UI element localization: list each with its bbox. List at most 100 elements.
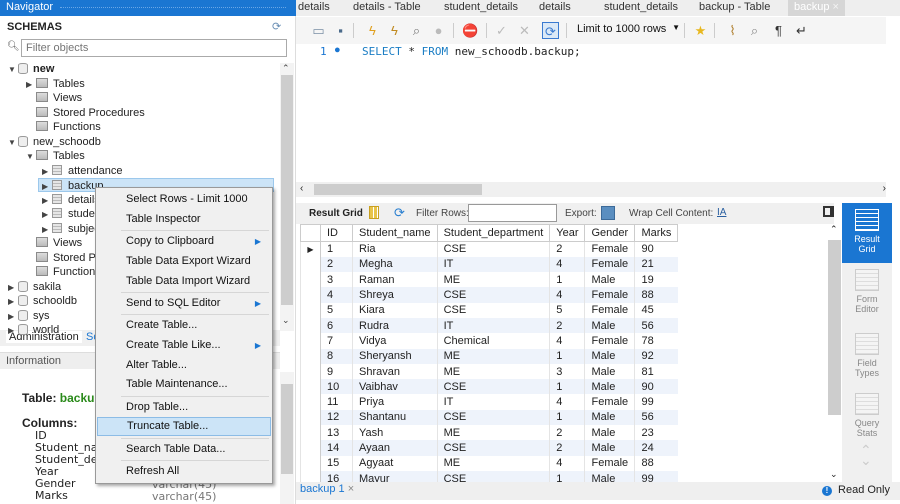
limit-rows-select[interactable]: Limit to 1000 rows ▼ — [574, 21, 684, 39]
expand-right-icon[interactable]: ▶ — [8, 281, 18, 295]
info-scroll-thumb[interactable] — [281, 384, 293, 474]
table-row[interactable]: 10 Vaibhav CSE 1 Male 90 — [300, 379, 678, 395]
grid-cell[interactable]: Male — [584, 272, 635, 288]
grid-cell[interactable]: Female — [584, 394, 635, 410]
sql-editor[interactable] — [296, 44, 886, 182]
bookmark-add-icon[interactable]: ★ — [692, 22, 709, 39]
grid-cell[interactable]: CSE — [436, 302, 550, 318]
expand-right-icon[interactable]: ▶ — [26, 78, 36, 92]
expand-down-icon[interactable]: ▼ — [26, 150, 36, 164]
menu-item-create-table-like[interactable]: Create Table Like... ▶ — [97, 336, 271, 355]
stop-icon[interactable]: ● — [430, 22, 447, 39]
table-row[interactable]: 9 Shravan ME 3 Male 81 — [300, 363, 678, 380]
grid-cell[interactable]: CSE — [436, 409, 550, 426]
grid-cell[interactable]: Ayaan — [352, 440, 438, 456]
tree-scroll-thumb[interactable] — [281, 75, 293, 305]
row-header[interactable] — [300, 272, 321, 288]
column-header-marks[interactable]: Marks — [634, 224, 679, 242]
grid-cell[interactable]: 56 — [634, 317, 678, 334]
tree-item-schema[interactable]: ▶ world — [8, 323, 59, 337]
menu-item-select-rows-limit-1000[interactable]: Select Rows - Limit 1000 — [97, 190, 271, 209]
row-header[interactable] — [300, 363, 321, 380]
grid-cell[interactable]: Male — [584, 409, 635, 426]
grid-cell[interactable]: Male — [584, 425, 635, 441]
grid-cell[interactable]: Female — [584, 256, 635, 273]
grid-cell[interactable]: ME — [436, 425, 550, 441]
grid-cell[interactable]: Rudra — [352, 317, 438, 334]
wrap-icon[interactable]: ↵ — [793, 22, 810, 39]
grid-cell[interactable]: 1 — [549, 470, 585, 482]
grid-cell[interactable]: 5 — [549, 302, 585, 318]
grid-cell[interactable]: Male — [584, 440, 635, 456]
menu-item-send-to-sql-editor[interactable]: Send to SQL Editor ▶ — [97, 294, 271, 313]
menu-item-create-table[interactable]: Create Table... — [97, 316, 271, 335]
expand-right-icon[interactable]: ▶ — [42, 194, 52, 208]
grid-cell[interactable]: 5 — [320, 302, 353, 318]
row-header[interactable] — [300, 394, 321, 410]
scroll-down-icon[interactable]: ⌄ — [830, 469, 838, 480]
refresh-schemas-icon[interactable]: ⟳ — [272, 20, 281, 33]
grid-cell[interactable]: ME — [436, 455, 550, 471]
grid-cell[interactable]: 88 — [634, 455, 678, 471]
filter-rows-input[interactable] — [468, 204, 557, 222]
grid-cell[interactable]: 99 — [634, 394, 678, 410]
menu-item-search-table-data[interactable]: Search Table Data... — [97, 440, 271, 459]
toggle-panel-icon[interactable] — [823, 206, 834, 217]
grid-cell[interactable]: 4 — [549, 394, 585, 410]
grid-cell[interactable]: Female — [584, 241, 635, 257]
grid-cell[interactable]: ME — [436, 363, 550, 380]
editor-tab[interactable]: student_details — [444, 1, 518, 13]
menu-item-table-data-export-wizard[interactable]: Table Data Export Wizard — [97, 252, 271, 271]
grid-cell[interactable]: 21 — [634, 256, 678, 273]
menu-item-refresh-all[interactable]: Refresh All — [97, 462, 271, 481]
row-header[interactable] — [300, 425, 321, 441]
side-scroll-icon[interactable]: ⌃ ⌄ — [860, 443, 872, 467]
info-scrollbar[interactable] — [280, 372, 294, 504]
editor-tab[interactable]: backup - Table — [699, 1, 770, 13]
tree-scrollbar[interactable]: ⌃ ⌄ — [280, 63, 294, 331]
grid-cell[interactable]: 12 — [320, 409, 353, 426]
grid-cell[interactable]: 2 — [320, 256, 353, 273]
grid-cell[interactable]: 6 — [320, 317, 353, 334]
grid-cell[interactable]: Male — [584, 363, 635, 380]
grid-cell[interactable]: Chemical — [436, 333, 550, 349]
row-header[interactable] — [300, 256, 321, 273]
scroll-down-icon[interactable]: ⌄ — [282, 315, 290, 326]
scroll-up-icon[interactable]: ⌃ — [830, 224, 838, 235]
menu-item-table-maintenance[interactable]: Table Maintenance... — [97, 375, 271, 394]
grid-cell[interactable]: 3 — [549, 363, 585, 380]
grid-cell[interactable]: IT — [436, 394, 550, 410]
tree-item-schema[interactable]: ▼ new_schoodb — [8, 135, 101, 149]
grid-cell[interactable]: Raman — [352, 272, 438, 288]
tree-item-folder[interactable]: ▼ Tables — [26, 149, 85, 163]
grid-cell[interactable]: Vaibhav — [352, 379, 438, 395]
grid-cell[interactable]: 2 — [549, 425, 585, 441]
grid-cell[interactable]: Ria — [352, 241, 438, 257]
tree-item-folder[interactable]: Functions — [26, 120, 101, 134]
grid-cell[interactable]: Vidya — [352, 333, 438, 349]
table-row[interactable]: 13 Yash ME 2 Male 23 — [300, 425, 678, 441]
grid-cell[interactable]: 2 — [549, 241, 585, 257]
table-row[interactable]: 6 Rudra IT 2 Male 56 — [300, 317, 678, 334]
grid-cell[interactable]: CSE — [436, 440, 550, 456]
scroll-right-icon[interactable]: › — [883, 183, 886, 194]
menu-item-table-inspector[interactable]: Table Inspector — [97, 210, 271, 229]
grid-cell[interactable]: 78 — [634, 333, 678, 349]
table-row[interactable]: 16 Mayur CSE 1 Male 99 — [300, 470, 678, 482]
grid-cell[interactable]: Kiara — [352, 302, 438, 318]
editor-horizontal-scrollbar[interactable]: ‹ › — [296, 182, 886, 197]
tree-item-folder[interactable]: Functions — [26, 265, 101, 279]
filter-objects-input[interactable] — [21, 39, 287, 57]
grid-cell[interactable]: Male — [584, 348, 635, 364]
menu-item-table-data-import-wizard[interactable]: Table Data Import Wizard — [97, 272, 271, 291]
column-header-id[interactable]: ID — [320, 224, 353, 242]
row-header[interactable] — [300, 348, 321, 364]
grid-cell[interactable]: 92 — [634, 348, 678, 364]
grid-cell[interactable]: 15 — [320, 455, 353, 471]
grid-cell[interactable]: CSE — [436, 379, 550, 395]
editor-tab[interactable]: student_details — [604, 1, 678, 13]
grid-cell[interactable]: Shravan — [352, 363, 438, 380]
beautify-icon[interactable]: ⌇ — [724, 22, 741, 39]
grid-cell[interactable]: Yash — [352, 425, 438, 441]
commit-icon[interactable]: ✓ — [493, 22, 510, 39]
